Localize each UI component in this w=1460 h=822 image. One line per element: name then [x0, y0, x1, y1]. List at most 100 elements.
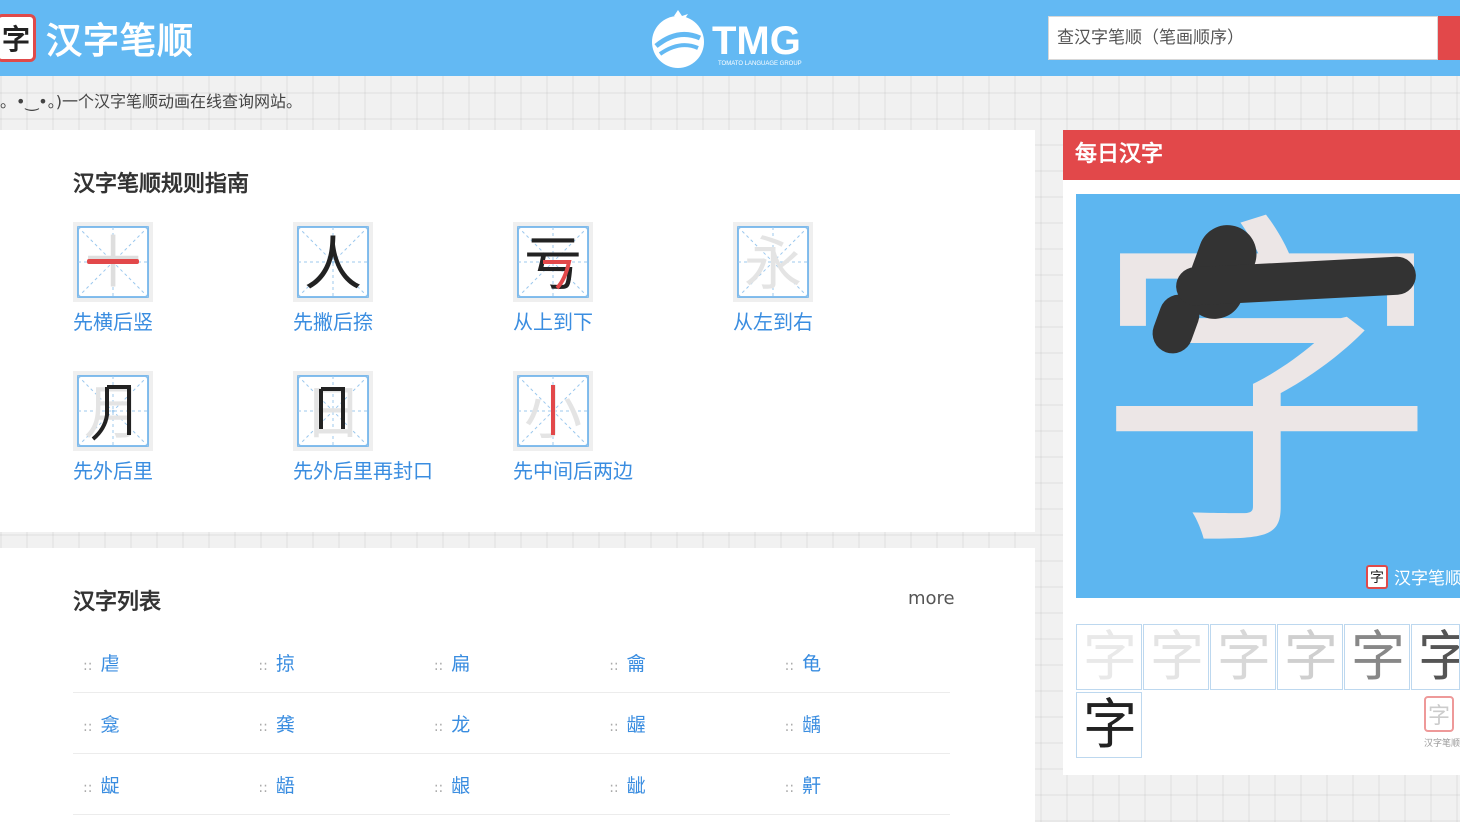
bullet-icon: :: — [784, 657, 795, 674]
bullet-icon: :: — [784, 779, 795, 796]
tomato-icon — [652, 10, 704, 68]
bullet-icon: :: — [258, 718, 268, 735]
watermark-seal-icon: 字 — [1424, 696, 1454, 732]
rule-tile-1[interactable]: 十 — [73, 222, 153, 302]
rule-label[interactable]: 先撇后捺 — [293, 306, 453, 335]
search-input[interactable] — [1048, 16, 1438, 60]
search-button[interactable] — [1438, 16, 1460, 60]
char-link[interactable]: 龛 — [100, 714, 119, 736]
list-item[interactable]: :: 龚 — [248, 710, 423, 737]
tian-grid-icon: 人 — [297, 226, 369, 298]
watermark-text: 汉字笔顺 — [1394, 569, 1460, 589]
watermark-text: 汉字笔顺 — [1424, 739, 1460, 749]
stroke-step[interactable]: 字 — [1143, 624, 1209, 690]
svg-text:人: 人 — [304, 230, 362, 298]
char-link[interactable]: 龟 — [802, 653, 821, 675]
rule-label[interactable]: 先外后里 — [73, 455, 233, 484]
rule-item[interactable]: 人 先撇后捺 — [293, 222, 453, 335]
rule-tile-3[interactable]: 亏 — [513, 222, 593, 302]
stroke-step[interactable]: 字 — [1344, 624, 1410, 690]
rule-item[interactable]: 小 先中间后两边 — [513, 371, 673, 484]
rule-label[interactable]: 先横后竖 — [73, 306, 233, 335]
bullet-icon: :: — [609, 779, 619, 796]
tian-grid-icon: 月 — [77, 375, 149, 447]
more-link[interactable]: more — [908, 588, 955, 609]
rule-item[interactable]: 十 先横后竖 — [73, 222, 233, 335]
site-title[interactable]: 汉字笔顺 — [46, 12, 194, 64]
rule-tile-4[interactable]: 永 — [733, 222, 813, 302]
bullet-icon: :: — [609, 718, 619, 735]
bullet-icon: :: — [784, 718, 795, 735]
table-row: :: 龛 :: 龚 :: 龙 :: 龌 :: 龋 — [73, 693, 950, 754]
rule-tile-7[interactable]: 小 — [513, 371, 593, 451]
list-item[interactable]: :: 龈 — [424, 771, 599, 798]
site-logo[interactable]: 字 汉字笔顺 — [0, 12, 194, 64]
char-link[interactable]: 龠 — [627, 653, 646, 675]
char-link[interactable]: 龈 — [451, 775, 470, 797]
tian-grid-icon: 小 — [517, 375, 589, 447]
tian-grid-icon: 十 — [77, 226, 149, 298]
list-item[interactable]: :: 龋 — [775, 710, 950, 737]
list-item[interactable]: :: 龌 — [599, 710, 774, 737]
char-link[interactable]: 虐 — [100, 653, 119, 675]
char-link[interactable]: 鼾 — [802, 775, 821, 797]
list-item[interactable]: :: 龛 — [73, 710, 248, 737]
char-link[interactable]: 龉 — [276, 775, 295, 797]
stroke-step[interactable]: 字 — [1277, 624, 1343, 690]
list-item[interactable]: :: 龠 — [599, 649, 774, 676]
rule-tile-5[interactable]: 月 — [73, 371, 153, 451]
rule-label[interactable]: 从上到下 — [513, 306, 673, 335]
brand-name: TMG — [712, 19, 801, 63]
char-link[interactable]: 龊 — [100, 775, 119, 797]
list-item[interactable]: :: 龉 — [248, 771, 423, 798]
site-tagline: 。•‿•。)一个汉字笔顺动画在线查询网站。 — [0, 92, 302, 111]
char-link[interactable]: 龙 — [451, 714, 470, 736]
list-item[interactable]: :: 龟 — [775, 649, 950, 676]
list-item[interactable]: :: 龙 — [424, 710, 599, 737]
watermark: 字 汉字笔顺 — [1366, 564, 1460, 589]
stroke-step[interactable]: 字 — [1076, 624, 1142, 690]
svg-text:永: 永 — [744, 230, 802, 298]
rule-item[interactable]: 月 先外后里 — [73, 371, 233, 484]
list-item[interactable]: :: 虐 — [73, 649, 248, 676]
list-item[interactable]: :: 扁 — [424, 649, 599, 676]
bullet-icon: :: — [83, 718, 93, 735]
list-item[interactable]: :: 掠 — [248, 649, 423, 676]
rule-label[interactable]: 先中间后两边 — [513, 455, 673, 484]
bullet-icon: :: — [83, 657, 93, 674]
rule-item[interactable]: 日 先外后里再封口 — [293, 371, 453, 484]
stroke-step[interactable]: 字 — [1210, 624, 1276, 690]
char-link[interactable]: 龌 — [627, 714, 646, 736]
tian-grid-icon: 永 — [737, 226, 809, 298]
top-header: 字 汉字笔顺 TMG TOMATO LANGUAGE GROUP — [0, 0, 1460, 76]
char-link[interactable]: 扁 — [451, 653, 470, 675]
bullet-icon: :: — [433, 718, 444, 735]
rule-tile-6[interactable]: 日 — [293, 371, 373, 451]
bullet-icon: :: — [83, 779, 93, 796]
char-link[interactable]: 龋 — [802, 714, 821, 736]
rule-label[interactable]: 先外后里再封口 — [293, 455, 453, 484]
rule-item[interactable]: 亏 从上到下 — [513, 222, 673, 335]
tmg-brand-logo[interactable]: TMG TOMATO LANGUAGE GROUP — [642, 10, 822, 68]
bullet-icon: :: — [258, 779, 268, 796]
rule-label[interactable]: 从左到右 — [733, 306, 893, 335]
stroke-step[interactable]: 字 — [1076, 692, 1142, 758]
stroke-steps: 字 字 字 字 字 字 字 字 汉字笔顺 — [1076, 624, 1460, 764]
small-watermark: 字 汉字笔顺 — [1424, 696, 1460, 756]
stroke-step[interactable]: 字 — [1411, 624, 1460, 690]
tian-grid-icon: 亏 — [517, 226, 589, 298]
rule-item[interactable]: 永 从左到右 — [733, 222, 893, 335]
logo-seal-icon: 字 — [0, 14, 36, 62]
rule-tile-2[interactable]: 人 — [293, 222, 373, 302]
list-item[interactable]: :: 龇 — [599, 771, 774, 798]
big-character: 字 — [1092, 194, 1442, 594]
list-item[interactable]: :: 鼾 — [775, 771, 950, 798]
character-grid: :: 虐 :: 掠 :: 扁 :: 龠 :: 龟 :: 龛 :: 龚 :: 龙 :: 龌 :: 龋 … — [73, 632, 950, 815]
char-link[interactable]: 龚 — [276, 714, 295, 736]
char-link[interactable]: 龇 — [627, 775, 646, 797]
daily-character-panel: 每日汉字 字 字 汉字笔顺 字 字 字 字 字 字 字 字 汉字笔顺 — [1063, 130, 1460, 775]
char-link[interactable]: 掠 — [276, 653, 295, 675]
stroke-rules-guide: 汉字笔顺规则指南 十 先横后竖 人 先撇后捺 亏 从上到下 永 从左到右 月 先… — [0, 130, 1035, 532]
daily-character-animation[interactable]: 字 字 汉字笔顺 — [1076, 194, 1460, 598]
list-item[interactable]: :: 龊 — [73, 771, 248, 798]
